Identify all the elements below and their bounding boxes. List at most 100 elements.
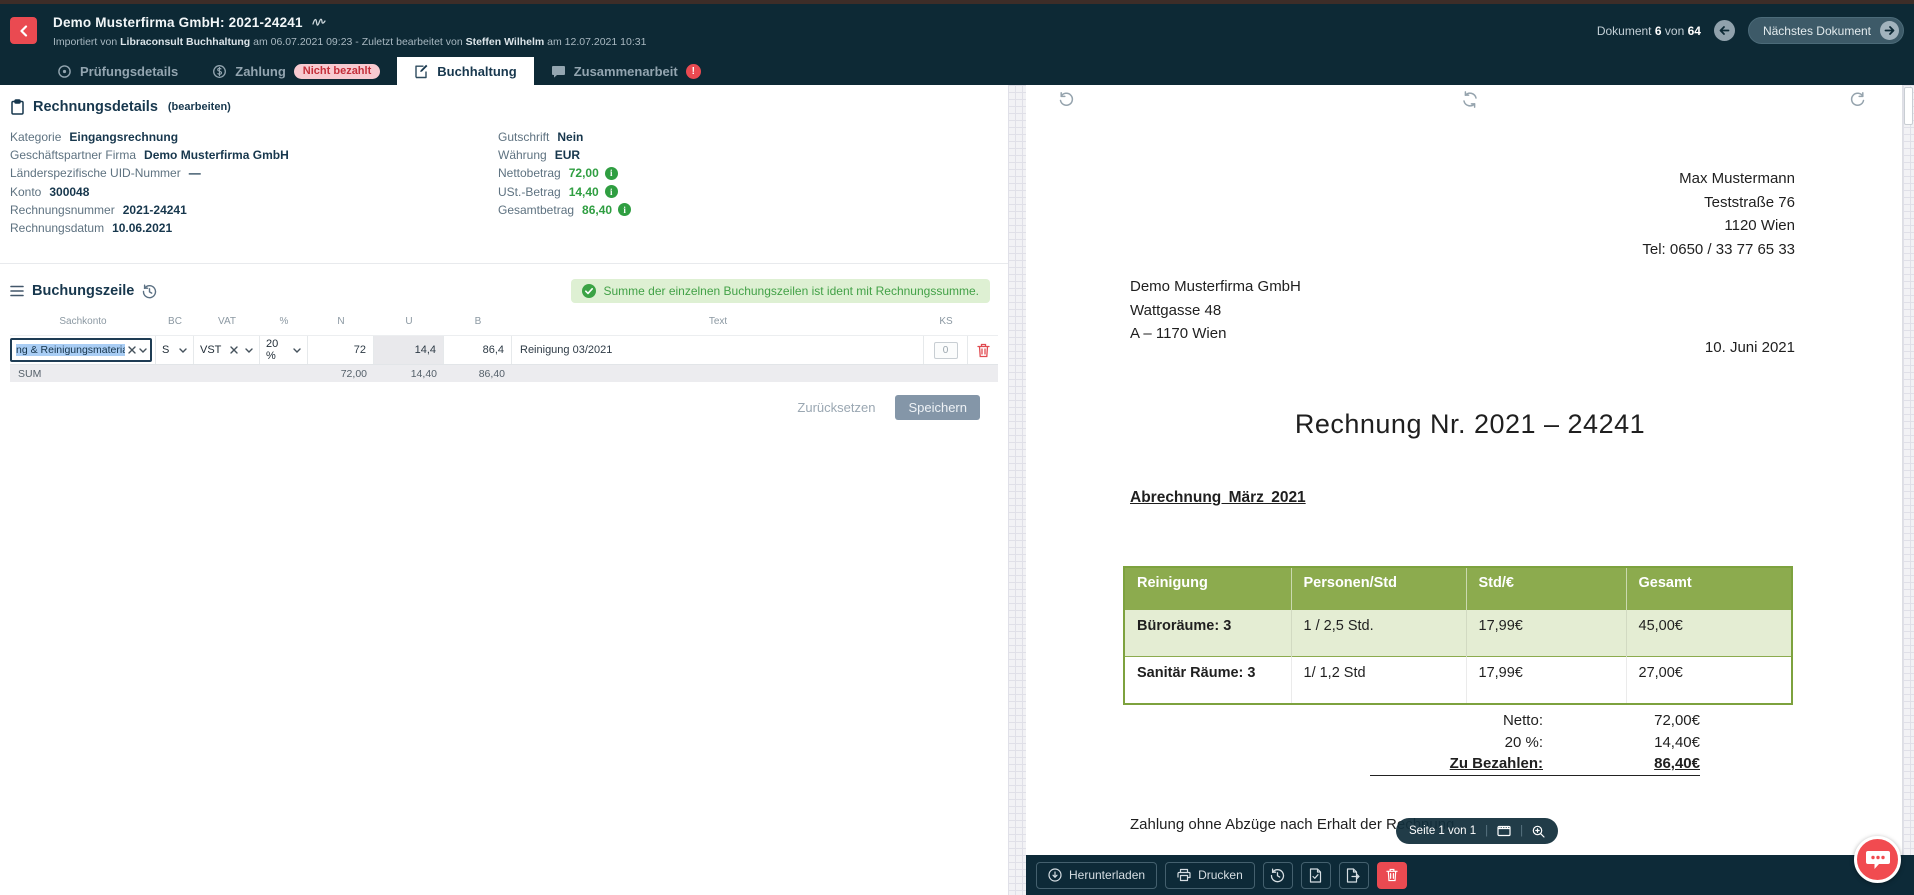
document-history-button[interactable] xyxy=(1263,862,1293,889)
chevron-down-icon xyxy=(179,348,187,353)
details-left-column: Kategorie Eingangsrechnung Geschäftspartn… xyxy=(10,128,498,237)
document-approve-button[interactable] xyxy=(1301,862,1331,889)
ks-input[interactable]: 0 xyxy=(934,342,958,359)
scrollbar-thumb[interactable] xyxy=(1904,87,1913,125)
tab-zahlung[interactable]: Zahlung Nicht bezahlt xyxy=(195,57,397,85)
list-icon xyxy=(10,285,24,297)
document-counter: Dokument 6 von 64 xyxy=(1597,24,1701,38)
info-icon[interactable]: i xyxy=(605,185,618,198)
section-divider xyxy=(0,263,1008,264)
field-label: USt.-Betrag xyxy=(498,185,561,199)
payment-status-badge: Nicht bezahlt xyxy=(294,64,380,79)
invoice-recipient-block: Max Mustermann Teststraße 76 1120 Wien T… xyxy=(1642,167,1795,261)
document-scrollbar[interactable] xyxy=(1902,85,1914,855)
field-value: 2021-24241 xyxy=(123,203,187,217)
document-viewer: Max Mustermann Teststraße 76 1120 Wien T… xyxy=(1026,85,1914,895)
print-button[interactable]: Drucken xyxy=(1165,862,1255,889)
details-section-title: Rechnungsdetails xyxy=(33,99,158,115)
rotate-right-icon[interactable] xyxy=(1849,91,1866,113)
field-value: Eingangsrechnung xyxy=(69,130,178,144)
rotate-left-icon[interactable] xyxy=(1058,91,1075,113)
back-button[interactable] xyxy=(10,17,37,44)
invoice-line-items-table: Reinigung Personen/Std Std/€ Gesamt Büro… xyxy=(1123,566,1793,705)
invoice-title: Rechnung Nr. 2021 – 24241 xyxy=(1026,409,1914,440)
eye-icon xyxy=(57,64,72,79)
chat-bubble-icon xyxy=(1865,848,1891,872)
page-indicator-overlay: Seite 1 von 1 | | xyxy=(1396,818,1558,844)
percent-select[interactable]: 20 % xyxy=(260,336,308,364)
form-actions: Zurücksetzen Speichern xyxy=(10,395,998,420)
details-right-column: GutschriftNein WährungEUR Nettobetrag72,… xyxy=(498,128,631,237)
document-header: Demo Musterfirma GmbH: 2021-24241 Import… xyxy=(0,4,1914,57)
history-icon xyxy=(1270,868,1285,883)
booking-table: Sachkonto BC VAT % N U B Text KS ng & Re… xyxy=(10,314,998,382)
field-label: Nettobetrag xyxy=(498,166,561,180)
field-label: Gesamtbetrag xyxy=(498,203,574,217)
edit-link[interactable]: (bearbeiten) xyxy=(168,101,231,113)
clear-icon[interactable] xyxy=(230,346,238,354)
booking-table-header: Sachkonto BC VAT % N U B Text KS xyxy=(10,314,998,329)
invoice-details-panel: Rechnungsdetails (bearbeiten) Kategorie E… xyxy=(0,85,1008,895)
bc-select[interactable]: S xyxy=(156,336,194,364)
support-chat-button[interactable] xyxy=(1854,836,1901,883)
download-button[interactable]: Herunterladen xyxy=(1036,862,1157,889)
tab-pruefungsdetails[interactable]: Prüfungsdetails xyxy=(40,57,195,85)
booking-section-title: Buchungszeile xyxy=(32,283,134,299)
booking-text-cell[interactable]: Reinigung 03/2021 xyxy=(512,336,924,364)
document-export-icon xyxy=(1346,868,1361,883)
info-icon[interactable]: i xyxy=(618,203,631,216)
chat-bubble-icon xyxy=(551,64,566,79)
field-value: 10.06.2021 xyxy=(112,221,172,235)
tab-bar: Prüfungsdetails Zahlung Nicht bezahlt Bu… xyxy=(0,57,1914,85)
sum-vat: 14,40 xyxy=(374,365,444,382)
chevron-down-icon[interactable] xyxy=(139,348,147,353)
zoom-in-icon[interactable] xyxy=(1532,825,1545,838)
check-circle-icon xyxy=(582,284,596,298)
document-toolbar: Herunterladen Drucken xyxy=(1026,855,1914,895)
previous-document-button[interactable] xyxy=(1714,20,1735,41)
sum-match-message: Summe der einzelnen Buchungszeilen ist i… xyxy=(571,279,990,303)
history-icon[interactable] xyxy=(142,284,157,299)
document-export-button[interactable] xyxy=(1339,862,1369,889)
clear-icon[interactable] xyxy=(128,346,136,354)
tab-zusammenarbeit[interactable]: Zusammenarbeit ! xyxy=(534,57,718,85)
invoice-totals: Netto:72,00€ 20 %:14,40€ Zu Bezahlen:86,… xyxy=(1370,710,1700,776)
next-document-button[interactable]: Nächstes Dokument xyxy=(1748,17,1904,44)
field-label: Kategorie xyxy=(10,130,61,144)
sync-rotation-icon[interactable] xyxy=(1461,91,1479,113)
clipboard-icon xyxy=(10,99,25,115)
booking-section-header: Buchungszeile Summe der einzelnen Buchun… xyxy=(10,279,998,303)
gross-cell[interactable]: 86,4 xyxy=(444,336,512,364)
save-button[interactable]: Speichern xyxy=(895,395,980,420)
panel-resize-gutter[interactable] xyxy=(1008,85,1026,895)
sachkonto-input[interactable]: ng & Reinigungsmaterial xyxy=(10,338,152,362)
field-label: Rechnungsnummer xyxy=(10,203,115,217)
field-label: Geschäftspartner Firma xyxy=(10,148,136,162)
signature-icon[interactable] xyxy=(312,14,327,32)
net-cell[interactable]: 72 xyxy=(308,336,374,364)
tab-buchhaltung[interactable]: Buchhaltung xyxy=(397,57,533,85)
field-value: — xyxy=(189,166,201,180)
next-document-label: Nächstes Dokument xyxy=(1763,24,1871,38)
sum-net: 72,00 xyxy=(308,365,374,382)
header-title-block: Demo Musterfirma GmbH: 2021-24241 Import… xyxy=(53,14,1597,48)
delete-document-button[interactable] xyxy=(1377,862,1407,889)
vat-select[interactable]: VST xyxy=(194,336,260,364)
delete-row-button[interactable] xyxy=(977,343,990,358)
info-icon[interactable]: i xyxy=(605,167,618,180)
field-label: Währung xyxy=(498,148,547,162)
thumbnails-icon[interactable] xyxy=(1497,825,1511,837)
collaboration-alert-badge: ! xyxy=(686,64,701,79)
field-label: Rechnungsdatum xyxy=(10,221,104,235)
net-amount: 72,00 xyxy=(569,166,599,180)
arrow-right-icon xyxy=(1884,25,1895,36)
details-fields: Kategorie Eingangsrechnung Geschäftspartn… xyxy=(10,128,998,237)
page-title: Demo Musterfirma GmbH: 2021-24241 xyxy=(53,15,303,30)
vat-cell[interactable]: 14,4 xyxy=(374,336,444,364)
field-value: 300048 xyxy=(49,185,89,199)
invoice-table-header-row: Reinigung Personen/Std Std/€ Gesamt xyxy=(1124,567,1792,610)
field-label: Konto xyxy=(10,185,41,199)
reset-button[interactable]: Zurücksetzen xyxy=(797,400,875,415)
field-value: EUR xyxy=(555,148,580,162)
main-body: Rechnungsdetails (bearbeiten) Kategorie E… xyxy=(0,85,1914,895)
